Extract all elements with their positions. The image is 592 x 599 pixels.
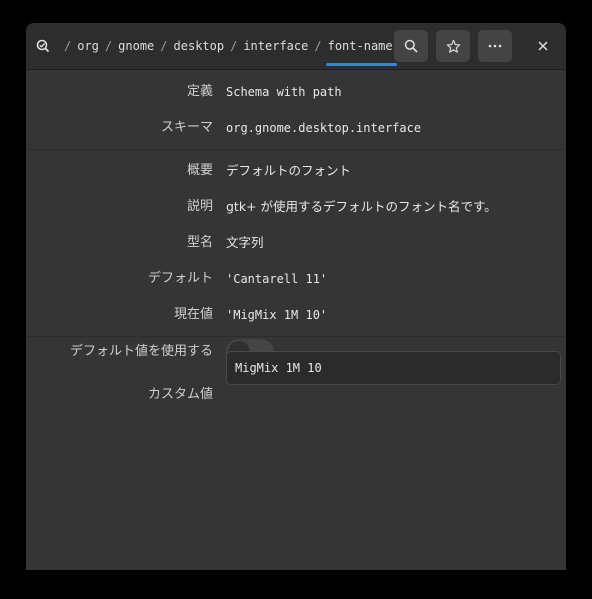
default-value: 'Cantarell 11' bbox=[226, 272, 328, 286]
summary-label: 概要 bbox=[186, 163, 213, 178]
star-icon bbox=[446, 39, 460, 53]
description-row: 説明 gtk+ が使用するデフォルトのフォント名です。 bbox=[26, 189, 566, 225]
type-value: 文字列 bbox=[226, 235, 264, 250]
description-label: 説明 bbox=[186, 199, 213, 214]
breadcrumb-org[interactable]: org bbox=[77, 39, 99, 53]
breadcrumb: / org / gnome / desktop / interface / fo… bbox=[36, 23, 397, 69]
search-icon bbox=[404, 39, 418, 53]
breadcrumb-separator: / bbox=[104, 39, 113, 53]
breadcrumb-separator: / bbox=[160, 39, 168, 53]
breadcrumb-interface[interactable]: interface bbox=[243, 39, 308, 53]
custom-value-input[interactable]: MigMix 1M 10 bbox=[226, 351, 561, 385]
menu-button[interactable] bbox=[478, 30, 512, 62]
custom-value-label: カスタム値 bbox=[147, 387, 213, 402]
current-row: 現在値 'MigMix 1M 10' bbox=[26, 297, 566, 333]
bookmark-button[interactable] bbox=[436, 30, 470, 62]
divider bbox=[26, 149, 566, 150]
current-label: 現在値 bbox=[173, 307, 213, 322]
close-button[interactable] bbox=[526, 30, 560, 62]
search-button[interactable] bbox=[394, 30, 428, 62]
close-icon bbox=[538, 41, 548, 51]
use-default-label: デフォルト値を使用する bbox=[69, 344, 213, 359]
current-value: 'MigMix 1M 10' bbox=[226, 308, 328, 322]
type-row: 型名 文字列 bbox=[26, 225, 566, 261]
definition-row: 定義 Schema with path bbox=[26, 74, 566, 110]
dconf-editor-window: / org / gnome / desktop / interface / fo… bbox=[26, 23, 566, 570]
schema-value: org.gnome.desktop.interface bbox=[226, 121, 422, 135]
type-label: 型名 bbox=[186, 235, 213, 250]
breadcrumb-font-name[interactable]: font-name bbox=[325, 39, 397, 66]
summary-value: デフォルトのフォント bbox=[226, 163, 352, 178]
header-bar: / org / gnome / desktop / interface / fo… bbox=[26, 23, 566, 70]
schema-label: スキーマ bbox=[160, 120, 213, 135]
breadcrumb-separator: / bbox=[230, 39, 238, 53]
breadcrumb-desktop[interactable]: desktop bbox=[174, 39, 225, 53]
default-label: デフォルト bbox=[147, 271, 213, 286]
summary-row: 概要 デフォルトのフォント bbox=[26, 153, 566, 189]
more-horizontal-icon bbox=[488, 44, 502, 48]
description-value: gtk+ が使用するデフォルトのフォント名です。 bbox=[226, 199, 497, 214]
definition-value: Schema with path bbox=[226, 85, 342, 99]
schema-row: スキーマ org.gnome.desktop.interface bbox=[26, 110, 566, 146]
breadcrumb-separator: / bbox=[314, 39, 322, 53]
breadcrumb-separator: / bbox=[64, 39, 72, 53]
default-row: デフォルト 'Cantarell 11' bbox=[26, 261, 566, 297]
breadcrumb-gnome[interactable]: gnome bbox=[118, 39, 154, 53]
dconf-app-icon[interactable] bbox=[36, 38, 52, 54]
definition-label: 定義 bbox=[186, 84, 213, 99]
